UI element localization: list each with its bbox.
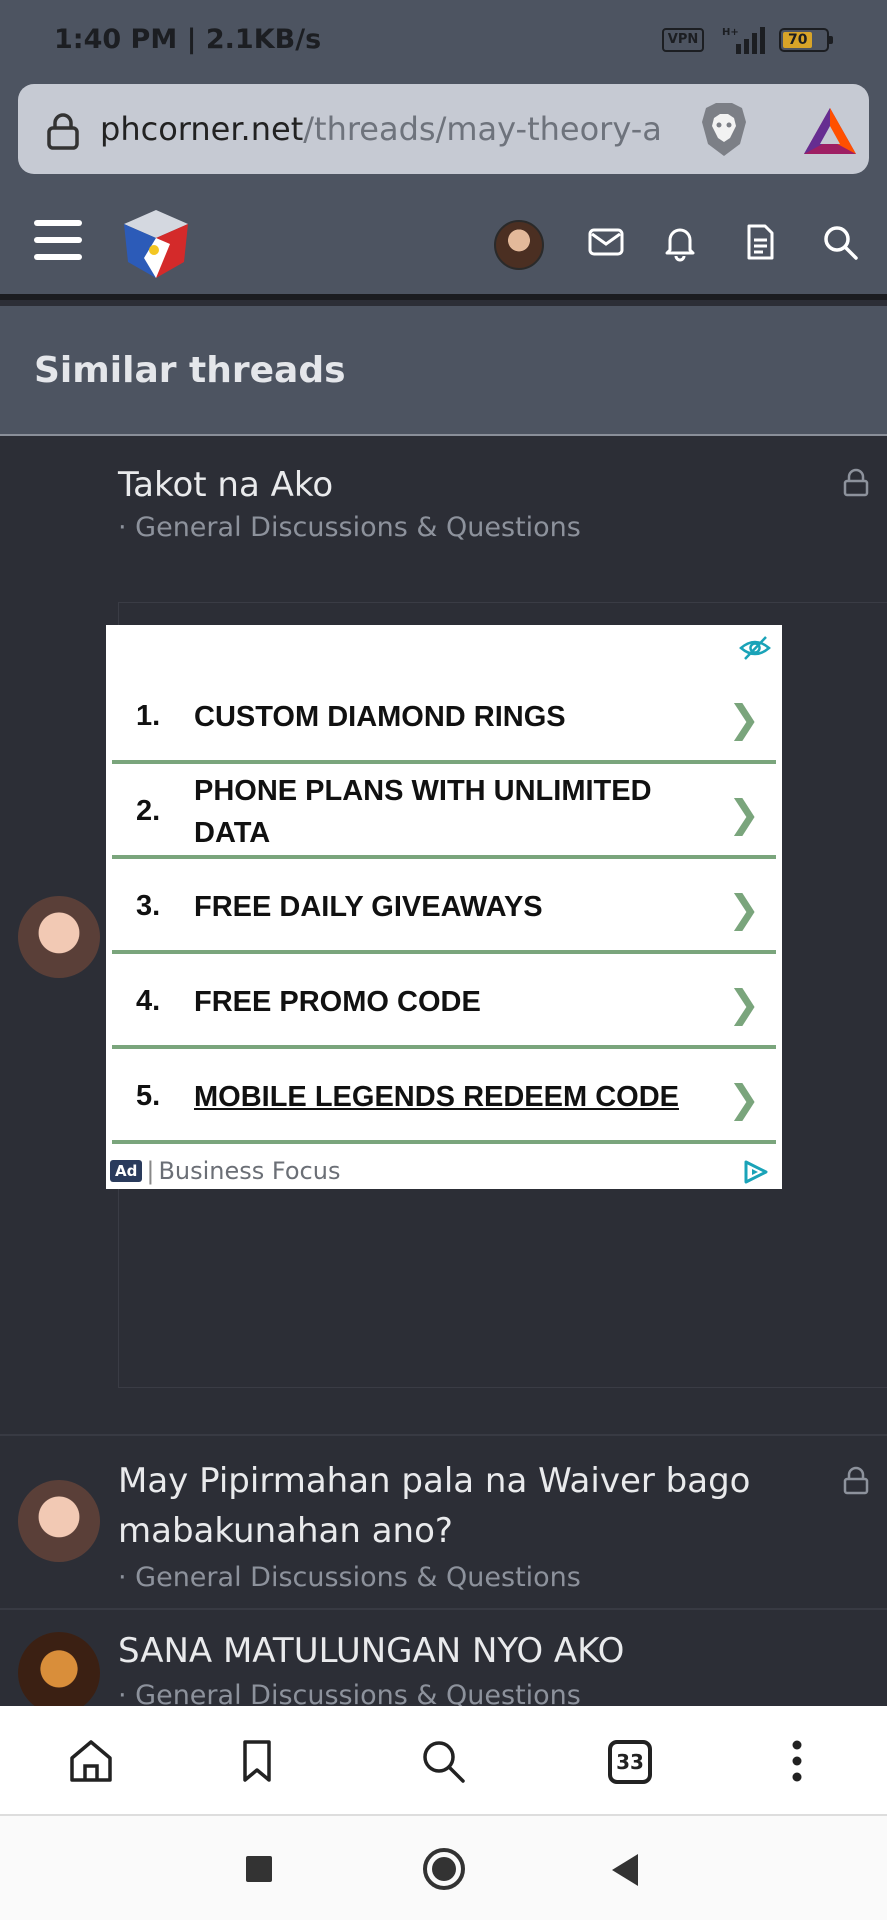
ad-item-label[interactable]: CUSTOM DIAMOND RINGS <box>194 669 694 764</box>
chevron-right-icon: ❯ <box>728 697 760 741</box>
back-icon[interactable] <box>612 1854 638 1886</box>
thread-title-2[interactable]: May Pipirmahan pala na Waiver bago mabak… <box>118 1456 798 1556</box>
browser-toolbar: phcorner.net/threads/may-theory-a <box>0 80 887 190</box>
vpn-icon: VPN <box>662 28 704 52</box>
chevron-right-icon: ❯ <box>728 982 760 1026</box>
document-icon[interactable] <box>738 220 782 264</box>
browser-bottom-bar: 33 <box>0 1706 887 1816</box>
site-logo[interactable] <box>118 206 194 282</box>
system-nav-bar <box>0 1816 887 1920</box>
thread-forum-1[interactable]: · General Discussions & Questions <box>118 512 581 543</box>
user-avatar[interactable] <box>18 896 100 978</box>
mail-icon[interactable] <box>584 220 628 264</box>
status-bar: 1:40 PM | 2.1KB/s VPN H+ 70 <box>0 0 887 80</box>
ad-badge: Ad <box>110 1160 143 1182</box>
ad-item-label[interactable]: FREE PROMO CODE <box>194 954 694 1049</box>
ad-item-number: 4. <box>136 985 161 1017</box>
home-button-icon[interactable] <box>423 1848 465 1890</box>
ad-item-number: 3. <box>136 890 161 922</box>
lock-icon <box>47 113 79 150</box>
chevron-right-icon: ❯ <box>728 792 760 836</box>
ad-unit: 1. CUSTOM DIAMOND RINGS ❯ 2. PHONE PLANS… <box>106 625 782 1189</box>
thread-title-3[interactable]: SANA MATULUNGAN NYO AKO <box>118 1626 624 1676</box>
brave-shields-icon[interactable] <box>696 100 752 160</box>
address-bar[interactable]: phcorner.net/threads/may-theory-a <box>18 84 869 174</box>
more-options-icon[interactable] <box>772 1736 822 1786</box>
url-path: /threads/may-theory-a <box>303 110 662 148</box>
bell-icon[interactable] <box>658 220 702 264</box>
brave-rewards-icon[interactable] <box>802 106 858 156</box>
user-avatar[interactable] <box>18 1480 100 1562</box>
menu-icon[interactable] <box>34 220 82 260</box>
signal-icon: H+ <box>722 27 765 54</box>
status-time: 1:40 PM | 2.1KB/s <box>54 24 322 55</box>
bookmark-icon[interactable] <box>232 1736 282 1786</box>
ad-item-number: 2. <box>136 795 161 827</box>
user-avatar[interactable] <box>494 220 544 270</box>
ad-link-item[interactable]: 5. MOBILE LEGENDS REDEEM CODE ❯ <box>112 1049 776 1144</box>
section-title: Similar threads <box>34 350 346 391</box>
ad-item-label[interactable]: MOBILE LEGENDS REDEEM CODE <box>194 1049 694 1144</box>
lock-icon <box>843 468 869 497</box>
ad-item-number: 1. <box>136 700 161 732</box>
ad-link-list: 1. CUSTOM DIAMOND RINGS ❯ 2. PHONE PLANS… <box>112 669 782 1144</box>
battery-icon: 70 <box>779 28 833 52</box>
battery-level: 70 <box>783 32 813 48</box>
ad-link-item[interactable]: 2. PHONE PLANS WITH UNLIMITED DATA ❯ <box>112 764 776 859</box>
url-text[interactable]: phcorner.net/threads/may-theory-a <box>100 108 670 150</box>
ad-item-number: 5. <box>136 1080 161 1112</box>
thread-title-1[interactable]: Takot na Ako <box>118 460 333 510</box>
ad-separator: | <box>146 1157 155 1185</box>
lock-icon <box>843 1466 869 1495</box>
ad-link-item[interactable]: 1. CUSTOM DIAMOND RINGS ❯ <box>112 669 776 764</box>
svg-text:H+: H+ <box>722 27 739 38</box>
thread-forum-3[interactable]: · General Discussions & Questions <box>118 1680 581 1706</box>
search-icon[interactable] <box>818 220 862 264</box>
ad-link-item[interactable]: 3. FREE DAILY GIVEAWAYS ❯ <box>112 859 776 954</box>
search-icon[interactable] <box>418 1736 468 1786</box>
ad-link-item[interactable]: 4. FREE PROMO CODE ❯ <box>112 954 776 1049</box>
adchoices-icon[interactable] <box>742 1159 770 1185</box>
site-header <box>0 190 887 300</box>
ad-footer: Ad | Business Focus <box>110 1157 780 1187</box>
ad-item-label[interactable]: FREE DAILY GIVEAWAYS <box>194 859 694 954</box>
thread-forum-2[interactable]: · General Discussions & Questions <box>118 1562 581 1593</box>
user-avatar[interactable] <box>18 1632 100 1706</box>
tabs-button[interactable]: 33 <box>608 1740 652 1784</box>
similar-threads-header: Similar threads <box>0 306 887 436</box>
hide-ad-icon[interactable] <box>738 633 772 663</box>
chevron-right-icon: ❯ <box>728 1077 760 1121</box>
ad-brand[interactable]: Business Focus <box>158 1157 340 1185</box>
ad-item-label[interactable]: PHONE PLANS WITH UNLIMITED DATA <box>194 764 694 859</box>
divider <box>0 1608 887 1610</box>
recent-apps-icon[interactable] <box>246 1856 272 1882</box>
home-icon[interactable] <box>66 1736 116 1786</box>
url-host: phcorner.net <box>100 110 304 148</box>
chevron-right-icon: ❯ <box>728 887 760 931</box>
divider <box>0 1434 887 1436</box>
